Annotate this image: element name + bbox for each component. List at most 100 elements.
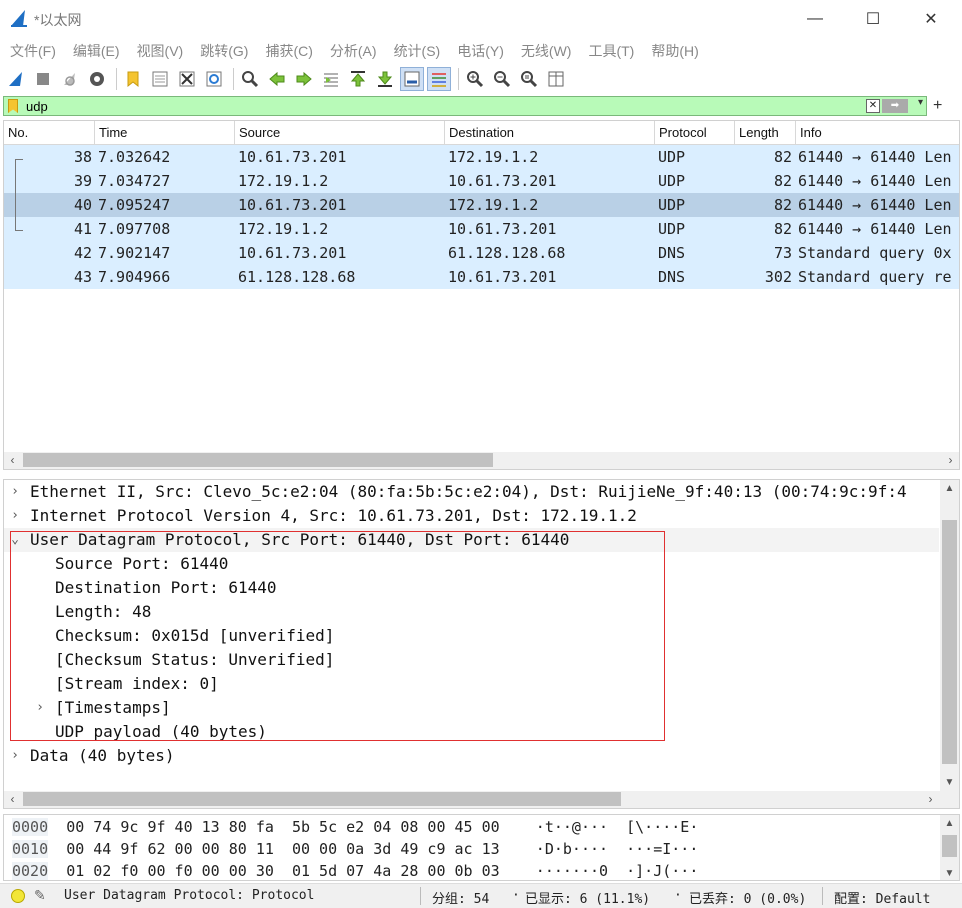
bytes-vscrollbar[interactable]: ▲ ▼ — [940, 815, 959, 880]
cell-length: 82 — [773, 172, 792, 190]
cell-info: Standard query re — [798, 268, 952, 286]
scroll-up-icon[interactable]: ▲ — [940, 815, 959, 832]
status-separator — [822, 887, 823, 905]
status-displayed: 已显示: 6 (11.1%) — [525, 892, 651, 907]
scroll-right-icon[interactable]: › — [922, 791, 939, 808]
hex-ascii: ·D·b···· ···=I··· — [535, 840, 699, 858]
scroll-thumb[interactable] — [23, 792, 621, 806]
cell-protocol: DNS — [658, 268, 686, 286]
scroll-thumb[interactable] — [23, 453, 493, 467]
maximize-button[interactable]: ☐ — [844, 0, 902, 38]
close-file-icon[interactable] — [175, 67, 199, 91]
scroll-down-icon[interactable]: ▼ — [940, 774, 959, 791]
menu-analyze[interactable]: 分析(A) — [326, 41, 381, 61]
cell-length: 82 — [773, 148, 792, 166]
apply-filter-icon[interactable]: ➡ — [882, 99, 908, 113]
go-last-icon[interactable] — [373, 67, 397, 91]
go-back-icon[interactable] — [265, 67, 289, 91]
expert-info-icon[interactable] — [11, 889, 25, 903]
packet-list-hscrollbar[interactable]: ‹ › — [4, 452, 959, 469]
save-file-icon[interactable] — [148, 67, 172, 91]
menu-bar: 文件(F) 编辑(E) 视图(V) 跳转(G) 捕获(C) 分析(A) 统计(S… — [0, 38, 962, 64]
hex-line[interactable]: 0010 00 44 9f 62 00 00 80 11 00 00 0a 3d… — [12, 838, 698, 860]
packet-row[interactable]: 41 7.097708 172.19.1.2 10.61.73.201 UDP … — [4, 217, 959, 241]
column-length[interactable]: Length — [735, 121, 796, 145]
status-profile[interactable]: 配置: Default — [834, 888, 930, 907]
menu-capture[interactable]: 捕获(C) — [261, 41, 316, 61]
restart-capture-icon[interactable] — [58, 67, 82, 91]
scroll-up-icon[interactable]: ▲ — [940, 480, 959, 497]
close-button[interactable]: ✕ — [902, 0, 960, 38]
cell-destination: 172.19.1.2 — [448, 148, 539, 166]
expand-arrow-icon[interactable]: › — [8, 480, 22, 504]
menu-wireless[interactable]: 无线(W) — [517, 41, 576, 61]
menu-view[interactable]: 视图(V) — [133, 41, 188, 61]
hex-line[interactable]: 0020 01 02 f0 00 f0 00 00 30 01 5d 07 4a… — [12, 860, 699, 880]
display-filter-input[interactable] — [26, 98, 846, 114]
hex-line[interactable]: 0000 00 74 9c 9f 40 13 80 fa 5b 5c e2 04… — [12, 816, 698, 838]
details-hscrollbar[interactable]: ‹ › — [4, 791, 959, 808]
menu-help[interactable]: 帮助(H) — [647, 41, 702, 61]
cell-source: 10.61.73.201 — [238, 148, 347, 166]
menu-file[interactable]: 文件(F) — [6, 41, 60, 61]
packet-list: No. Time Source Destination Protocol Len… — [3, 120, 960, 470]
scroll-down-icon[interactable]: ▼ — [940, 865, 959, 880]
autoscroll-icon[interactable] — [400, 67, 424, 91]
resize-columns-icon[interactable] — [544, 67, 568, 91]
cell-time: 7.904966 — [98, 268, 171, 286]
packet-row-selected[interactable]: 40 7.095247 10.61.73.201 172.19.1.2 UDP … — [4, 193, 959, 217]
go-first-icon[interactable] — [346, 67, 370, 91]
column-destination[interactable]: Destination — [445, 121, 655, 145]
scroll-thumb[interactable] — [942, 835, 957, 857]
scroll-thumb[interactable] — [942, 520, 957, 764]
clear-filter-icon[interactable]: ✕ — [866, 99, 880, 113]
find-packet-icon[interactable] — [238, 67, 262, 91]
details-vscrollbar[interactable]: ▲ ▼ — [940, 480, 959, 791]
zoom-normal-icon[interactable] — [517, 67, 541, 91]
colorize-icon[interactable] — [427, 67, 451, 91]
zoom-out-icon[interactable] — [490, 67, 514, 91]
cell-length: 82 — [773, 220, 792, 238]
scroll-left-icon[interactable]: ‹ — [4, 452, 21, 469]
column-no[interactable]: No. — [4, 121, 95, 145]
add-filter-button-icon[interactable]: + — [933, 97, 942, 115]
hex-offset: 0010 — [12, 840, 49, 858]
menu-statistics[interactable]: 统计(S) — [390, 41, 445, 61]
go-to-packet-icon[interactable] — [319, 67, 343, 91]
hex-ascii: ·······0 ·]·J(··· — [535, 862, 699, 880]
cell-protocol: UDP — [658, 148, 686, 166]
column-info[interactable]: Info — [796, 121, 959, 145]
open-file-icon[interactable] — [121, 67, 145, 91]
cell-protocol: UDP — [658, 172, 686, 190]
menu-edit[interactable]: 编辑(E) — [69, 41, 124, 61]
cell-destination: 172.19.1.2 — [448, 196, 539, 214]
expand-arrow-icon[interactable]: › — [8, 504, 22, 528]
stop-capture-icon[interactable] — [31, 67, 55, 91]
expand-arrow-icon[interactable]: › — [8, 744, 22, 768]
packet-row[interactable]: 39 7.034727 172.19.1.2 10.61.73.201 UDP … — [4, 169, 959, 193]
edit-comment-icon[interactable]: ✎ — [34, 887, 46, 904]
column-source[interactable]: Source — [235, 121, 445, 145]
column-protocol[interactable]: Protocol — [655, 121, 735, 145]
menu-go[interactable]: 跳转(G) — [196, 41, 252, 61]
reload-file-icon[interactable] — [202, 67, 226, 91]
scroll-left-icon[interactable]: ‹ — [4, 791, 21, 808]
menu-telephony[interactable]: 电话(Y) — [453, 41, 508, 61]
column-time[interactable]: Time — [95, 121, 235, 145]
filter-dropdown-icon[interactable]: ▾ — [918, 97, 923, 108]
hex-bytes: 01 02 f0 00 f0 00 00 30 01 5d 07 4a 28 0… — [66, 862, 500, 880]
scroll-right-icon[interactable]: › — [942, 452, 959, 469]
cell-no: 43 — [73, 268, 92, 286]
zoom-in-icon[interactable] — [463, 67, 487, 91]
cell-time: 7.902147 — [98, 244, 171, 262]
packet-row[interactable]: 38 7.032642 10.61.73.201 172.19.1.2 UDP … — [4, 145, 959, 169]
packet-row[interactable]: 42 7.902147 10.61.73.201 61.128.128.68 D… — [4, 241, 959, 265]
capture-options-icon[interactable] — [85, 67, 109, 91]
minimize-button[interactable]: — — [786, 0, 844, 38]
go-forward-icon[interactable] — [292, 67, 316, 91]
menu-tools[interactable]: 工具(T) — [584, 41, 638, 61]
bookmark-icon[interactable] — [8, 99, 18, 113]
packet-row[interactable]: 43 7.904966 61.128.128.68 10.61.73.201 D… — [4, 265, 959, 289]
cell-protocol: UDP — [658, 220, 686, 238]
start-capture-icon[interactable] — [4, 67, 28, 91]
